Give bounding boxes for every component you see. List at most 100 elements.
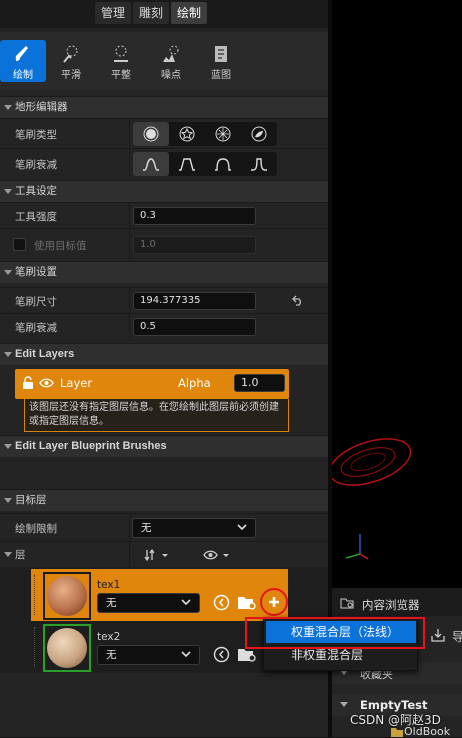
falloff-spherical-button[interactable] — [205, 152, 241, 176]
paint-restriction-value: 无 — [141, 522, 152, 534]
use-target-checkbox[interactable] — [13, 238, 26, 251]
layer-thumbnail — [43, 624, 91, 672]
tool-strength-input[interactable]: 0.3 — [133, 207, 256, 225]
browse-folder-icon[interactable] — [237, 594, 257, 611]
brush-falloff-input[interactable]: 0.5 — [133, 318, 256, 336]
tool-noise[interactable]: 噪点 — [148, 40, 194, 82]
collapse-arrow-icon — [4, 498, 12, 503]
mode-bar: 管理 雕刻 绘制 — [0, 0, 328, 28]
falloff-type-group — [133, 152, 277, 176]
brush-type-label: 笔刷类型 — [15, 129, 57, 141]
use-selected-asset-icon[interactable] — [213, 594, 230, 611]
row-brush-type: 笔刷类型 — [0, 118, 328, 148]
content-browser-title[interactable]: 内容浏览器 — [362, 597, 420, 613]
tab-manage[interactable]: 管理 — [95, 2, 132, 24]
brush-circle-button[interactable] — [133, 122, 169, 146]
collapse-arrow-icon[interactable] — [340, 702, 348, 707]
brush-falloff-label: 笔刷衰减 — [15, 159, 57, 171]
section-terrain-editor[interactable]: 地形编辑器 — [0, 96, 328, 118]
brush-falloff-value-label: 笔刷衰减 — [15, 322, 57, 334]
section-title: 目标层 — [15, 494, 47, 506]
drag-handle[interactable] — [34, 575, 37, 615]
import-icon[interactable] — [430, 628, 446, 642]
row-brush-falloff: 笔刷衰减 0.5 — [0, 313, 328, 339]
row-brush-falloff-type: 笔刷衰减 — [0, 148, 328, 178]
brush-pattern-button[interactable] — [205, 122, 241, 146]
edit-layer-row[interactable]: Layer Alpha 1.0 — [15, 369, 289, 399]
target-value-input[interactable]: 1.0 — [133, 236, 256, 254]
smooth-falloff-icon — [143, 158, 159, 171]
reset-arrow-icon[interactable] — [292, 295, 304, 306]
layer-info-dropdown[interactable]: 无 — [97, 593, 200, 613]
chevron-down-icon — [181, 599, 191, 606]
falloff-tip-button[interactable] — [241, 152, 277, 176]
section-tool-settings[interactable]: 工具设定 — [0, 180, 328, 202]
pattern-brush-icon — [215, 126, 231, 142]
star-brush-icon — [179, 126, 195, 142]
layer-info-warning: 该图层还没有指定图层信息。在您绘制此图层前必须创建或指定图层信息。 — [24, 399, 289, 432]
brush-size-label: 笔刷尺寸 — [15, 296, 57, 308]
row-brush-size: 笔刷尺寸 194.377335 — [0, 287, 328, 313]
chevron-down-icon — [181, 651, 191, 658]
brush-type-group — [133, 122, 277, 146]
collapse-arrow-icon — [4, 444, 12, 449]
leaf-brush-icon — [251, 126, 267, 142]
visibility-eye-icon[interactable] — [203, 549, 233, 561]
falloff-smooth-button[interactable] — [133, 152, 169, 176]
spherical-falloff-icon — [215, 158, 231, 171]
tab-sculpt[interactable]: 雕刻 — [133, 2, 170, 24]
use-selected-asset-icon[interactable] — [213, 646, 230, 663]
layers-label: 层 — [15, 549, 26, 561]
folder-icon — [391, 728, 403, 737]
tool-label: 平滑 — [61, 70, 81, 81]
brush-cursor-icon — [332, 438, 412, 486]
tool-flatten[interactable]: 平整 — [98, 40, 144, 82]
tip-falloff-icon — [251, 158, 267, 171]
axis-gizmo-icon — [345, 534, 369, 560]
sort-icon[interactable] — [144, 549, 170, 561]
row-layers: 层 — [0, 541, 328, 567]
section-edit-layers[interactable]: Edit Layers — [0, 343, 328, 365]
content-browser-icon — [340, 598, 354, 609]
project-name[interactable]: EmptyTest — [360, 698, 428, 712]
tool-paint[interactable]: 绘制 — [0, 40, 46, 82]
plus-icon[interactable] — [267, 595, 281, 609]
section-title: Edit Layer Blueprint Brushes — [15, 440, 167, 452]
tab-paint[interactable]: 绘制 — [171, 2, 208, 24]
collapse-arrow-icon[interactable] — [4, 552, 12, 557]
chevron-down-icon — [237, 524, 247, 531]
alpha-input[interactable]: 1.0 — [234, 374, 285, 392]
paint-restriction-label: 绘制限制 — [15, 523, 57, 535]
layer-info-value: 无 — [106, 649, 117, 661]
section-brush-settings[interactable]: 笔刷设置 — [0, 261, 328, 283]
drag-handle[interactable] — [34, 627, 37, 667]
tool-label: 平整 — [111, 70, 131, 81]
section-edit-layer-blueprint-brushes[interactable]: Edit Layer Blueprint Brushes — [0, 435, 328, 457]
row-paint-restriction: 绘制限制 无 — [0, 513, 328, 541]
tool-blueprint[interactable]: 蓝图 — [198, 40, 244, 82]
layer-info-value: 无 — [106, 597, 117, 609]
paint-restriction-dropdown[interactable]: 无 — [132, 518, 256, 538]
row-use-target-value: 使用目标值 1.0 — [0, 228, 328, 259]
unlock-icon[interactable] — [22, 376, 34, 390]
tool-smooth[interactable]: 平滑 — [48, 40, 94, 82]
eye-icon[interactable] — [39, 377, 54, 389]
tool-strength-label: 工具强度 — [15, 211, 57, 223]
brush-icon — [15, 46, 28, 61]
collapse-arrow-icon — [4, 189, 12, 194]
collapse-arrow-icon — [4, 352, 12, 357]
layer-item-tex1[interactable]: tex1 无 — [31, 569, 288, 621]
blueprint-icon — [215, 46, 227, 62]
tool-label: 噪点 — [161, 70, 181, 81]
level-viewport[interactable] — [332, 0, 462, 588]
layer-info-dropdown[interactable]: 无 — [97, 645, 200, 665]
collapse-arrow-icon — [4, 105, 12, 110]
brush-component-button[interactable] — [241, 122, 277, 146]
import-button[interactable]: 导 — [452, 628, 462, 645]
brush-alpha-button[interactable] — [169, 122, 205, 146]
use-target-label: 使用目标值 — [34, 240, 87, 252]
tool-label: 蓝图 — [211, 70, 231, 81]
falloff-linear-button[interactable] — [169, 152, 205, 176]
section-target-layers[interactable]: 目标层 — [0, 489, 328, 511]
brush-size-input[interactable]: 194.377335 — [133, 292, 256, 310]
